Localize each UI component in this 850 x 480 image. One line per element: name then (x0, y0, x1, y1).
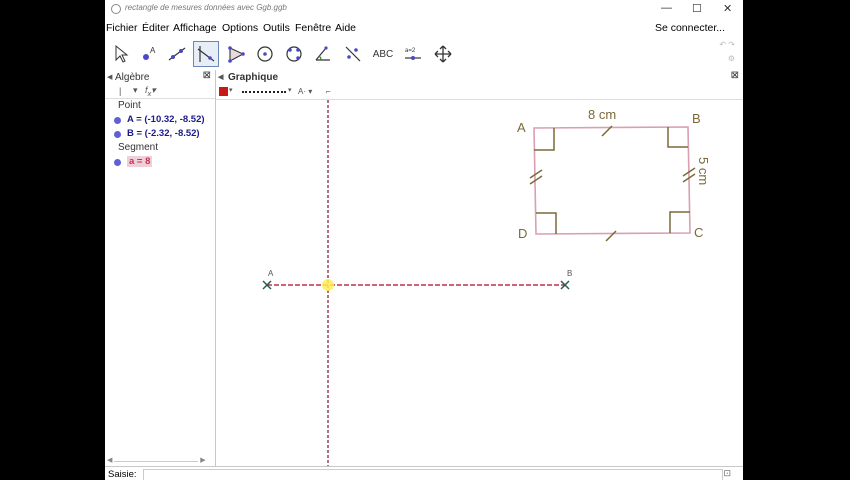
input-field[interactable] (143, 469, 723, 480)
tool-perpendicular[interactable] (193, 41, 219, 67)
reference-figure: A B C D 8 cm 5 cm (517, 107, 711, 242)
sort-icon[interactable]: ▾ (133, 85, 138, 96)
app-icon (111, 4, 121, 14)
width-label: 8 cm (588, 107, 616, 122)
tool-reflect[interactable] (340, 41, 366, 67)
text-icon: ABC (372, 48, 394, 60)
tool-slider[interactable]: a=2 (400, 41, 426, 67)
menu-bar: Fichier Éditer Affichage Options Outils … (105, 19, 743, 37)
tool-line[interactable] (164, 41, 190, 67)
right-angle-d (536, 212, 557, 234)
algebra-view: ◀ Algèbre ⊠ | ▾ fx▾ Point A = (-10.32, -… (105, 70, 216, 466)
height-label: 5 cm (696, 157, 711, 185)
menu-options[interactable]: Options (222, 22, 258, 34)
input-help-icon[interactable]: ⊡ (723, 468, 731, 479)
category-segment[interactable]: Segment (105, 141, 215, 155)
close-button[interactable]: ✕ (723, 2, 732, 15)
visibility-dot-icon[interactable] (114, 159, 121, 166)
arrow-icon (115, 44, 129, 63)
tool-point[interactable]: A (136, 41, 162, 67)
maximize-button[interactable]: ☐ (692, 2, 702, 15)
algebra-item-segment-a[interactable]: a = 8 (105, 155, 215, 169)
algebra-header: ◀ Algèbre ⊠ (105, 70, 215, 84)
input-label: Saisie: (108, 469, 137, 480)
connect-link[interactable]: Se connecter... (655, 22, 725, 34)
point-b-label: B (567, 269, 572, 278)
undo-icon[interactable]: ↶ ↷ (705, 40, 735, 54)
tool-polygon[interactable] (223, 41, 249, 67)
reflect-icon (345, 46, 361, 62)
right-angle-c (669, 211, 690, 233)
point-a-label: A (268, 269, 274, 278)
settings-icon[interactable]: ⚙ (705, 54, 735, 64)
rectangle-abcd (533, 126, 691, 235)
conic-icon (286, 46, 302, 62)
corner-label-b: B (692, 111, 701, 126)
svg-text:a=2: a=2 (405, 48, 416, 54)
menu-outils[interactable]: Outils (263, 22, 290, 34)
line-icon (168, 47, 186, 61)
angle-icon (315, 46, 330, 61)
window-title: rectangle de mesures données avec Ggb.gg… (125, 3, 287, 12)
right-angle-a (534, 128, 555, 151)
slider-icon: a=2 (405, 48, 421, 60)
point-icon: A (143, 46, 156, 60)
menu-affichage[interactable]: Affichage (173, 22, 217, 34)
geogebra-window: rectangle de mesures données avec Ggb.gg… (105, 0, 743, 480)
cursor-highlight (322, 279, 334, 291)
svg-text:A: A (150, 46, 156, 55)
menu-aide[interactable]: Aide (335, 22, 356, 34)
toolbar: A ABC a=2 (105, 38, 743, 70)
tool-circle[interactable] (252, 41, 278, 67)
graphics-view[interactable]: ◀ Graphique ⊠ ▾ ▾ A· ▾ ⌐ A B A B C D 8 c… (216, 70, 743, 466)
circle-icon (257, 46, 273, 62)
algebra-style-bar: | ▾ fx▾ (105, 84, 215, 99)
tool-text[interactable]: ABC (370, 41, 396, 67)
visibility-dot-icon[interactable] (114, 131, 121, 138)
category-point[interactable]: Point (105, 99, 215, 113)
formula-icon[interactable]: fx▾ (145, 85, 156, 98)
tool-move[interactable] (108, 41, 134, 67)
tool-move-view[interactable] (430, 41, 456, 67)
input-bar: Saisie: ⊡ (105, 466, 743, 480)
menu-fichier[interactable]: Fichier (106, 22, 138, 34)
double-tick-left (529, 169, 543, 185)
minimize-button[interactable]: — (661, 2, 672, 14)
corner-label-d: D (518, 226, 527, 241)
algebra-title: Algèbre (115, 72, 150, 83)
right-angle-b (667, 127, 688, 148)
collapse-icon[interactable]: ◀ (107, 73, 112, 81)
drawing-canvas[interactable]: A B A B C D 8 cm 5 cm (216, 70, 743, 466)
algebra-scrollbar[interactable]: ◀ ▶ (107, 456, 211, 464)
close-algebra-icon[interactable]: ⊠ (203, 70, 211, 81)
auxiliary-toggle-icon[interactable]: | (119, 86, 121, 96)
perpendicular-icon (197, 46, 215, 62)
tool-conic[interactable] (281, 41, 307, 67)
tool-angle[interactable] (310, 41, 336, 67)
menu-editer[interactable]: Éditer (142, 22, 169, 34)
polygon-icon (228, 46, 245, 63)
move-view-icon (434, 45, 452, 63)
title-bar: rectangle de mesures données avec Ggb.gg… (105, 0, 743, 18)
menu-fenetre[interactable]: Fenêtre (295, 22, 331, 34)
corner-label-c: C (694, 225, 703, 240)
algebra-item-b[interactable]: B = (-2.32, -8.52) (105, 127, 215, 141)
algebra-item-a[interactable]: A = (-10.32, -8.52) (105, 113, 215, 127)
visibility-dot-icon[interactable] (114, 117, 121, 124)
tick-mark-bottom (605, 230, 617, 242)
corner-label-a: A (517, 120, 526, 135)
